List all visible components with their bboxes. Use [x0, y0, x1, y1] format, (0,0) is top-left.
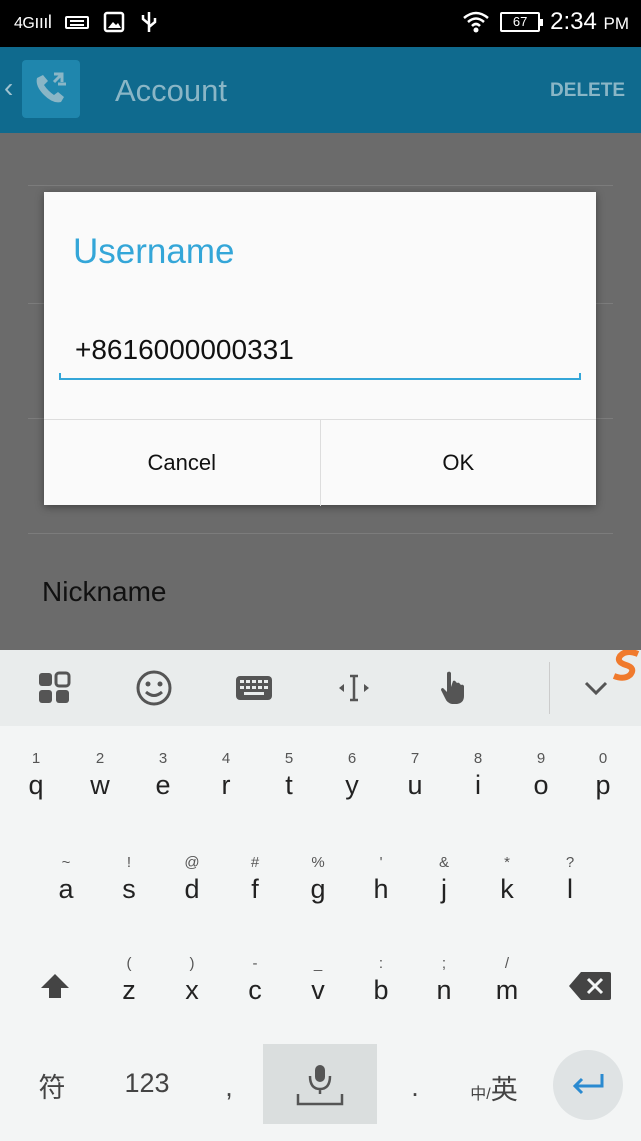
key-u[interactable]: 7u	[383, 726, 447, 822]
toolbar-separator	[549, 662, 550, 714]
language-switch-key[interactable]: 中/英	[462, 1068, 526, 1107]
key-p[interactable]: 0p	[571, 726, 635, 822]
phone-icon	[36, 72, 66, 103]
key-y[interactable]: 6y	[320, 726, 384, 822]
key-r[interactable]: 4r	[194, 726, 258, 822]
key-f[interactable]: # f	[223, 830, 287, 926]
keyboard-icon[interactable]	[234, 668, 274, 708]
clock: 2:34 PM	[550, 8, 629, 35]
wifi-icon	[463, 11, 489, 33]
enter-key[interactable]	[553, 1050, 623, 1120]
username-input[interactable]: +8616000000331	[59, 322, 581, 380]
dialog-buttons: Cancel OK	[44, 419, 596, 506]
key-q[interactable]: 1q	[4, 726, 68, 822]
key-e[interactable]: 3e	[131, 726, 195, 822]
delete-button[interactable]: DELETE	[550, 80, 625, 102]
key-b[interactable]: :b	[349, 931, 413, 1027]
soft-keyboard: 1q 2w 3e 4r 5t 6y 7u 8i 9o 0p ~ a ! s @ d #…	[0, 726, 641, 1141]
key-n[interactable]: ; n	[412, 931, 476, 1027]
app-logo[interactable]	[22, 60, 80, 118]
dialog-title: Username	[73, 232, 235, 271]
divider	[28, 185, 613, 186]
key-h[interactable]: ' h	[349, 830, 413, 926]
key-j[interactable]: & j	[412, 830, 476, 926]
key-m[interactable]: / m	[475, 931, 539, 1027]
divider	[28, 533, 613, 534]
key-o[interactable]: 9o	[509, 726, 573, 822]
apps-grid-icon[interactable]	[34, 668, 74, 708]
keyboard-toolbar	[0, 650, 641, 726]
shift-arrow-icon	[41, 974, 69, 998]
hand-pointer-icon[interactable]	[434, 668, 474, 708]
emoji-icon[interactable]	[134, 668, 174, 708]
cancel-button[interactable]: Cancel	[44, 420, 320, 506]
key-t[interactable]: 5t	[257, 726, 321, 822]
key-g[interactable]: % g	[286, 830, 350, 926]
chevron-down-icon[interactable]	[576, 668, 616, 708]
key-v[interactable]: _ v	[286, 931, 350, 1027]
text-cursor-icon[interactable]	[334, 668, 374, 708]
key-w[interactable]: 2w	[68, 726, 132, 822]
nickname-label[interactable]: Nickname	[42, 576, 166, 608]
key-l[interactable]: ? l	[538, 830, 602, 926]
network-indicator: 4Gıııl	[14, 11, 52, 32]
key-i[interactable]: 8i	[446, 726, 510, 822]
username-value[interactable]: +8616000000331	[75, 334, 294, 366]
page-title: Account	[115, 73, 228, 108]
ok-button[interactable]: OK	[319, 420, 597, 506]
username-dialog: Username +8616000000331 Cancel OK	[44, 192, 596, 506]
battery-indicator: 67	[500, 12, 544, 32]
usb-icon	[142, 12, 157, 32]
enter-arrow-icon	[572, 1074, 604, 1095]
microphone-icon	[296, 1065, 344, 1106]
period-key[interactable]: .	[400, 1072, 430, 1103]
key-d[interactable]: @ d	[160, 830, 224, 926]
key-c[interactable]: -c	[223, 931, 287, 1027]
shift-key[interactable]	[30, 971, 80, 1008]
numbers-key[interactable]: 123	[115, 1068, 179, 1099]
backspace-key[interactable]	[566, 970, 614, 1009]
key-a[interactable]: ~ a	[34, 830, 98, 926]
key-s[interactable]: ! s	[97, 830, 161, 926]
status-bar: 4Gıııl 67 2:34 PM	[0, 0, 641, 47]
image-notification-icon	[104, 11, 125, 33]
symbols-key[interactable]: 符	[30, 1066, 74, 1105]
input-underline	[59, 373, 581, 380]
app-bar: ‹ Account DELETE	[0, 47, 641, 133]
keyboard-notification-icon	[65, 16, 90, 29]
space-key[interactable]	[263, 1044, 377, 1124]
key-k[interactable]: * k	[475, 830, 539, 926]
key-x[interactable]: ) x	[160, 931, 224, 1027]
key-z[interactable]: (z	[97, 931, 161, 1027]
backspace-icon	[569, 972, 611, 1000]
sogou-logo-icon	[612, 650, 640, 681]
comma-key[interactable]: ,	[214, 1072, 244, 1103]
back-arrow-icon[interactable]: ‹	[4, 73, 14, 103]
